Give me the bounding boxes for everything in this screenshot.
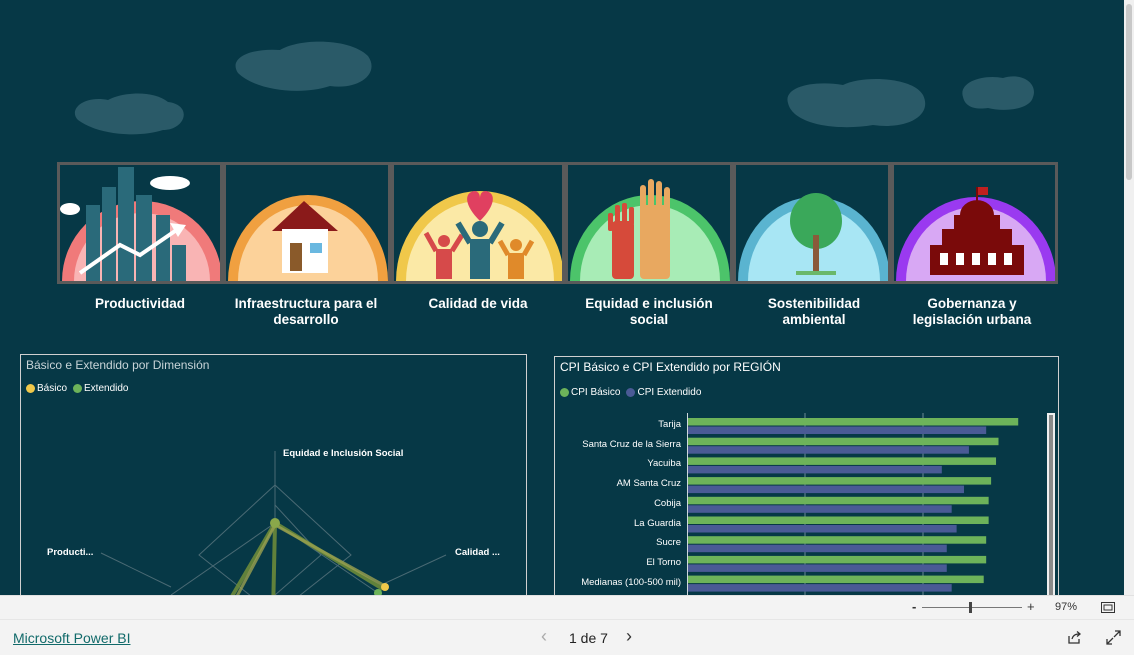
cloud-decoration	[74, 93, 184, 135]
report-canvas: Productividad Infraestructura para el de…	[0, 0, 1124, 595]
bar-cpi-basico[interactable]	[688, 496, 989, 505]
dimension-tile-sostenibilidad[interactable]	[733, 162, 891, 284]
power-bi-link[interactable]: Microsoft Power BI	[13, 630, 130, 646]
bar-cpi-basico[interactable]	[688, 437, 999, 446]
cloud-decoration	[787, 79, 926, 128]
page-scrollbar[interactable]	[1124, 0, 1134, 595]
radar-axis-label-left: Producti...	[47, 547, 94, 558]
bar-cpi-extendido[interactable]	[688, 446, 969, 454]
dimension-tile-productividad[interactable]	[57, 162, 223, 284]
zoom-slider[interactable]	[922, 607, 1022, 608]
zoom-slider-thumb[interactable]	[969, 602, 972, 613]
bar-cpi-extendido[interactable]	[688, 485, 964, 494]
category-label: Yacuiba	[647, 458, 681, 470]
category-label: El Torno	[646, 556, 681, 568]
dimension-label: Gobernanza y legislación urbana	[912, 296, 1032, 327]
dimension-tile-equidad[interactable]	[565, 162, 733, 284]
category-label: AM Santa Cruz	[616, 478, 681, 490]
fit-to-page-icon[interactable]	[1101, 602, 1115, 613]
fullscreen-icon[interactable]	[1106, 630, 1121, 645]
zoom-level: 97%	[1055, 601, 1078, 613]
radar-axis-label-top: Equidad e Inclusión Social	[283, 448, 404, 459]
category-label: Sucre	[656, 537, 681, 549]
page-indicator: 1 de 7	[569, 630, 608, 646]
dimension-banner: Productividad Infraestructura para el de…	[57, 162, 1058, 332]
bar-cpi-basico[interactable]	[688, 536, 987, 544]
bar-chart-panel[interactable]: CPI Básico e CPI Extendido por REGIÓN CP…	[554, 356, 1059, 595]
category-label: Cobija	[654, 497, 681, 509]
radar-axis-label-right: Calidad ...	[455, 547, 500, 558]
bar-cpi-basico[interactable]	[688, 457, 997, 465]
bar-cpi-extendido[interactable]	[688, 544, 947, 553]
house-icon	[228, 195, 388, 281]
zoom-in-button[interactable]: +	[1027, 599, 1035, 614]
category-label: Santa Cruz de la Sierra	[582, 438, 681, 450]
zoom-out-button[interactable]: -	[912, 599, 916, 614]
bar-cpi-extendido[interactable]	[688, 584, 952, 592]
prev-page-button[interactable]: ‹	[541, 626, 547, 647]
share-icon[interactable]	[1067, 630, 1082, 645]
tree-icon	[738, 193, 888, 281]
next-page-button[interactable]: ›	[626, 626, 632, 647]
people-icon	[396, 191, 562, 281]
bar-cpi-basico[interactable]	[688, 555, 987, 564]
bar-cpi-extendido[interactable]	[688, 564, 947, 572]
page-scrollbar-thumb[interactable]	[1126, 4, 1132, 180]
cloud-decoration	[235, 41, 372, 91]
bar-cpi-extendido[interactable]	[688, 465, 942, 474]
dimension-tile-calidad-de-vida[interactable]	[391, 162, 565, 284]
bar-cpi-basico[interactable]	[688, 477, 992, 485]
bar-category-labels: Tarija Santa Cruz de la Sierra Yacuiba AM S…	[555, 357, 681, 595]
productivity-icon	[60, 167, 220, 281]
bar-cpi-basico[interactable]	[688, 516, 989, 525]
bar-cpi-extendido[interactable]	[688, 505, 952, 513]
bar-cpi-basico[interactable]	[688, 418, 1019, 426]
footer-bar: Microsoft Power BI ‹ 1 de 7 ›	[0, 619, 1134, 655]
cloud-decoration	[962, 76, 1034, 110]
dimension-label: Sostenibilidad ambiental	[767, 296, 861, 327]
bar-cpi-basico[interactable]	[688, 575, 984, 584]
radar-plot	[100, 451, 447, 595]
radar-chart-panel[interactable]: Básico e Extendido por Dimensión Básico …	[20, 354, 527, 595]
zoom-bar: - + 97%	[0, 595, 1134, 619]
chart-scrollbar-thumb[interactable]	[1049, 415, 1053, 595]
bar-cpi-extendido[interactable]	[688, 426, 987, 435]
dimension-tile-infraestructura[interactable]	[223, 162, 391, 284]
dimension-label: Calidad de vida	[428, 296, 528, 311]
category-label: Tarija	[658, 419, 681, 430]
hands-raised-icon	[570, 179, 730, 281]
dimension-label: Infraestructura para el desarrollo	[234, 296, 378, 327]
bar-cpi-extendido[interactable]	[688, 525, 957, 533]
dimension-tile-gobernanza[interactable]	[891, 162, 1058, 284]
category-label: Medianas (100-500 mil)	[581, 576, 681, 588]
dimension-label: Productividad	[94, 296, 185, 311]
chart-scrollbar[interactable]	[1047, 413, 1055, 595]
dimension-label: Equidad e inclusión social	[585, 296, 713, 327]
category-label: La Guardia	[633, 517, 681, 529]
bar-plot	[687, 413, 1019, 595]
government-building-icon	[896, 187, 1055, 281]
